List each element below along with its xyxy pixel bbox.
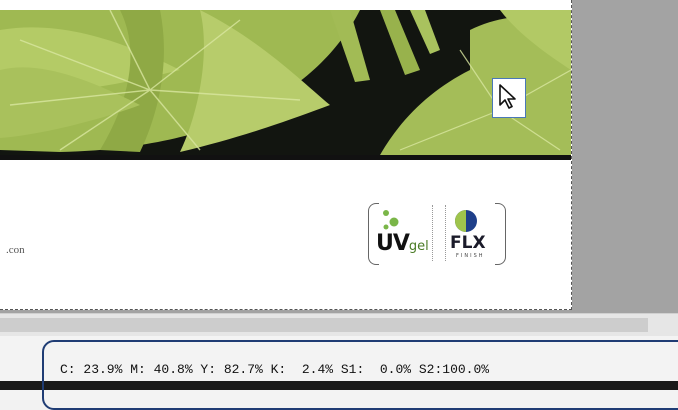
flx-sub-text: FINISH: [456, 253, 485, 259]
bracket-divider: [432, 205, 446, 261]
leaf-artwork[interactable]: [0, 10, 571, 155]
logo-group[interactable]: UVgel FLX FINISH: [368, 203, 506, 265]
page-edge-bottom: [0, 309, 572, 310]
divider-line: [0, 155, 571, 160]
cursor-box: [492, 78, 526, 118]
document-page[interactable]: .con UVgel FLX FINISH: [0, 0, 572, 310]
url-text: .con: [6, 244, 25, 256]
uvgel-main-text: UV: [376, 231, 410, 256]
flx-logo-text: FLX: [450, 233, 486, 253]
page-edge-right: [571, 0, 572, 310]
horizontal-scrollbar[interactable]: [0, 313, 678, 336]
scrollbar-thumb[interactable]: [0, 318, 648, 332]
flx-circle-icon: [455, 210, 477, 232]
uvgel-dots-icon: [383, 210, 399, 230]
arrow-cursor-icon: [499, 84, 516, 109]
uvgel-logo: UVgel: [376, 231, 429, 256]
bracket-right: [495, 203, 506, 265]
uvgel-sub-text: gel: [408, 239, 429, 254]
